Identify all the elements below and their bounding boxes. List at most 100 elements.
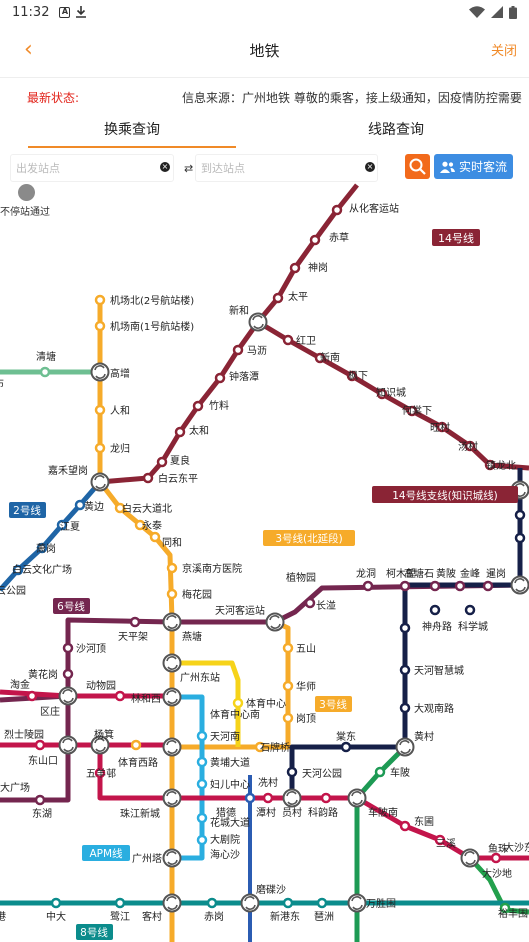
station-label[interactable]: 中大: [46, 910, 66, 923]
clear-from-icon[interactable]: ×: [160, 162, 170, 172]
station-dot[interactable]: [309, 234, 321, 246]
interchange-icon[interactable]: [162, 653, 182, 673]
station-label[interactable]: 清塘: [36, 350, 56, 363]
station-label[interactable]: 金峰: [460, 567, 480, 580]
station-label[interactable]: 潭村: [256, 806, 276, 819]
station-dot[interactable]: [304, 597, 316, 609]
station-label[interactable]: 龙归: [110, 442, 130, 455]
interchange-icon[interactable]: [162, 893, 182, 913]
station-label[interactable]: 港: [0, 911, 6, 923]
station-label[interactable]: 磨碟沙: [256, 883, 286, 896]
station-label[interactable]: 太平: [288, 290, 308, 303]
close-button[interactable]: 关闭: [491, 40, 517, 59]
station-label[interactable]: 天河公园: [302, 768, 342, 780]
station-dot[interactable]: [282, 897, 294, 909]
station-dot[interactable]: [156, 456, 168, 468]
station-label[interactable]: 京溪南方医院: [182, 562, 242, 575]
station-label[interactable]: 黄村: [414, 730, 434, 743]
station-dot[interactable]: [34, 794, 46, 806]
station-label[interactable]: 五山: [296, 643, 316, 655]
station-dot[interactable]: [94, 442, 106, 454]
station-label[interactable]: 梅花园: [182, 588, 212, 601]
station-label[interactable]: 东圃: [414, 815, 434, 828]
station-label[interactable]: 大沙地: [482, 867, 512, 880]
station-label[interactable]: 镇龙北: [486, 459, 516, 472]
station-dot[interactable]: [482, 580, 494, 592]
station-label[interactable]: 沙河顶: [76, 643, 106, 655]
station-label[interactable]: 区庄: [40, 705, 60, 718]
station-dot[interactable]: [429, 604, 441, 616]
station-dot[interactable]: [262, 792, 274, 804]
tab-transfer-query[interactable]: 换乘查询: [0, 116, 264, 150]
station-label[interactable]: 广州塔: [132, 852, 162, 865]
station-label[interactable]: 布: [0, 378, 4, 390]
station-dot[interactable]: [272, 292, 284, 304]
station-dot[interactable]: [174, 426, 186, 438]
station-label[interactable]: 从化客运站: [349, 202, 399, 215]
station-dot[interactable]: [429, 580, 441, 592]
station-label[interactable]: 机场北(2号航站楼): [110, 294, 194, 307]
station-dot[interactable]: [50, 897, 62, 909]
station-dot[interactable]: [289, 262, 301, 274]
interchange-icon[interactable]: [162, 612, 182, 632]
station-label[interactable]: 东山口: [28, 754, 58, 767]
station-dot[interactable]: [232, 344, 244, 356]
station-label[interactable]: 大沙东: [504, 841, 529, 854]
station-dot[interactable]: [74, 499, 86, 511]
station-dot[interactable]: [514, 532, 526, 544]
interchange-icon[interactable]: [510, 575, 529, 595]
station-label[interactable]: 暹岗: [486, 568, 506, 580]
realtime-flow-button[interactable]: 实时客流: [434, 154, 513, 179]
station-label[interactable]: 永泰: [142, 519, 162, 532]
station-label[interactable]: 大观南路: [414, 702, 454, 715]
station-dot[interactable]: [331, 204, 343, 216]
station-dot[interactable]: [129, 616, 141, 628]
station-label[interactable]: 黄陂: [436, 567, 456, 580]
tab-line-query[interactable]: 线路查询: [264, 116, 528, 150]
station-label[interactable]: 烈士陵园: [4, 728, 44, 741]
station-label[interactable]: 枫下: [348, 369, 368, 382]
station-label[interactable]: 科韵路: [308, 806, 338, 819]
station-dot[interactable]: [206, 897, 218, 909]
station-label[interactable]: 裕丰围: [498, 907, 528, 920]
station-label[interactable]: 太和: [189, 424, 209, 437]
station-label[interactable]: 高塘石: [404, 567, 434, 580]
interchange-icon[interactable]: [162, 737, 182, 757]
station-label[interactable]: 体育中心南: [210, 708, 260, 721]
station-dot[interactable]: [196, 812, 208, 824]
station-label[interactable]: 五羊邨: [86, 767, 116, 780]
station-label[interactable]: 动物园: [86, 679, 116, 692]
station-label[interactable]: 神舟路: [422, 620, 452, 633]
interchange-icon[interactable]: [265, 612, 285, 632]
station-label[interactable]: 大剧院: [210, 833, 240, 846]
station-dot[interactable]: [244, 792, 256, 804]
interchange-icon[interactable]: [162, 788, 182, 808]
station-dot[interactable]: [316, 897, 328, 909]
interchange-icon[interactable]: [162, 848, 182, 868]
station-label[interactable]: 东湖: [32, 807, 52, 820]
station-dot[interactable]: [26, 690, 38, 702]
station-dot[interactable]: [320, 792, 332, 804]
station-label[interactable]: 员村: [282, 806, 302, 819]
interchange-icon[interactable]: [90, 472, 110, 492]
station-label[interactable]: 鹭江: [110, 911, 130, 923]
station-label[interactable]: 珠江新城: [120, 807, 160, 820]
station-label[interactable]: 车陂: [390, 766, 410, 779]
station-dot[interactable]: [490, 852, 502, 864]
station-dot[interactable]: [282, 712, 294, 724]
station-dot[interactable]: [196, 756, 208, 768]
station-label[interactable]: 何棠下: [402, 404, 432, 417]
interchange-icon[interactable]: [90, 362, 110, 382]
station-label[interactable]: 大广场: [0, 781, 30, 794]
interchange-icon[interactable]: [240, 893, 260, 913]
station-label[interactable]: 机场南(1号航站楼): [110, 320, 194, 333]
interchange-icon[interactable]: [347, 788, 367, 808]
station-dot[interactable]: [166, 562, 178, 574]
station-label[interactable]: 汤村: [458, 440, 478, 453]
station-label[interactable]: 神岗: [308, 261, 328, 274]
station-label[interactable]: 华师: [296, 680, 316, 693]
station-dot[interactable]: [399, 702, 411, 714]
station-label[interactable]: 岗顶: [296, 713, 316, 725]
station-dot[interactable]: [362, 580, 374, 592]
station-label[interactable]: 琶洲: [314, 911, 334, 923]
